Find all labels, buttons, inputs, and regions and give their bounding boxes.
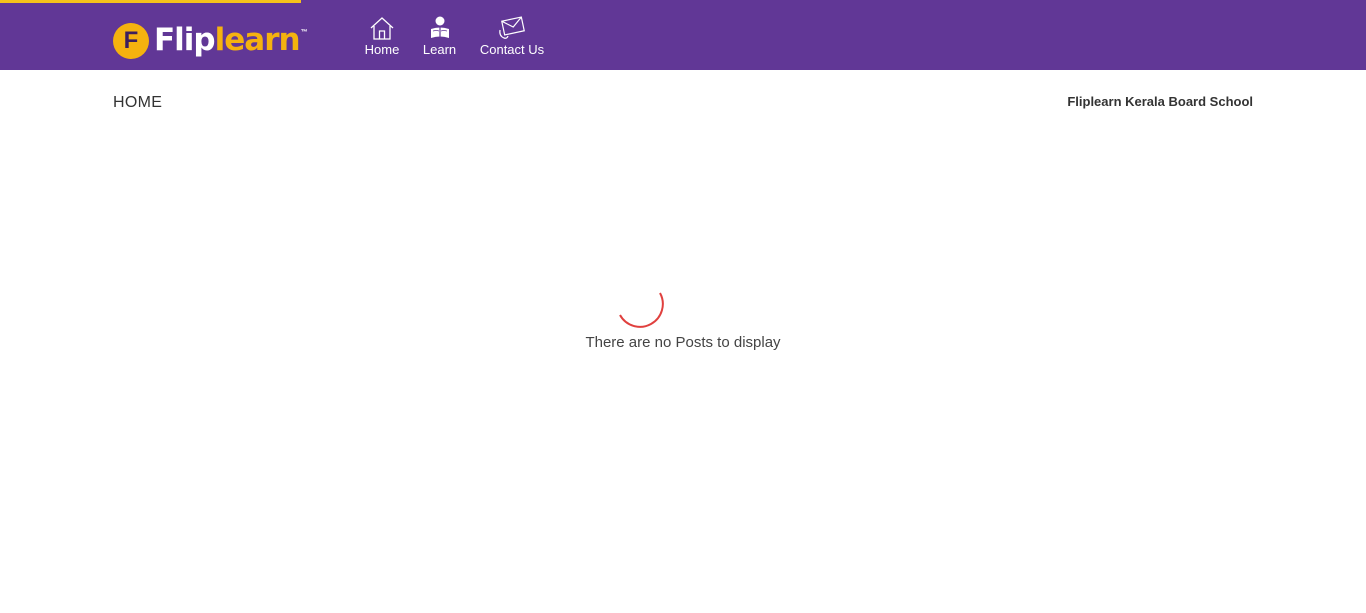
page-loading-progress-bar xyxy=(0,0,301,3)
empty-posts-message: There are no Posts to display xyxy=(585,334,781,351)
logo-wordmark-flip: Flip xyxy=(154,22,216,58)
logo-trademark: ™ xyxy=(300,29,308,36)
fliplearn-logo[interactable]: F Fliplearn ™ xyxy=(113,20,308,60)
nav-item-contact-us[interactable]: Contact Us xyxy=(477,16,547,66)
top-navigation-bar: F Fliplearn ™ Home Learn Contact Us xyxy=(0,0,1366,70)
loading-spinner-icon xyxy=(619,292,664,328)
nav-item-learn-label: Learn xyxy=(422,42,457,57)
breadcrumb: HOME xyxy=(113,94,163,111)
logo-wordmark: Fliplearn xyxy=(154,20,301,60)
learner-icon xyxy=(430,16,449,38)
envelope-icon xyxy=(499,16,525,39)
nav-item-home[interactable]: Home xyxy=(363,16,401,66)
nav-item-home-label: Home xyxy=(364,42,400,57)
nav-item-learn[interactable]: Learn xyxy=(421,16,458,66)
nav-item-contact-us-label: Contact Us xyxy=(479,42,545,57)
logo-badge-icon: F xyxy=(113,23,149,59)
school-name: Fliplearn Kerala Board School xyxy=(1067,94,1253,109)
logo-wordmark-learn: learn xyxy=(214,22,301,58)
home-icon xyxy=(370,17,394,40)
